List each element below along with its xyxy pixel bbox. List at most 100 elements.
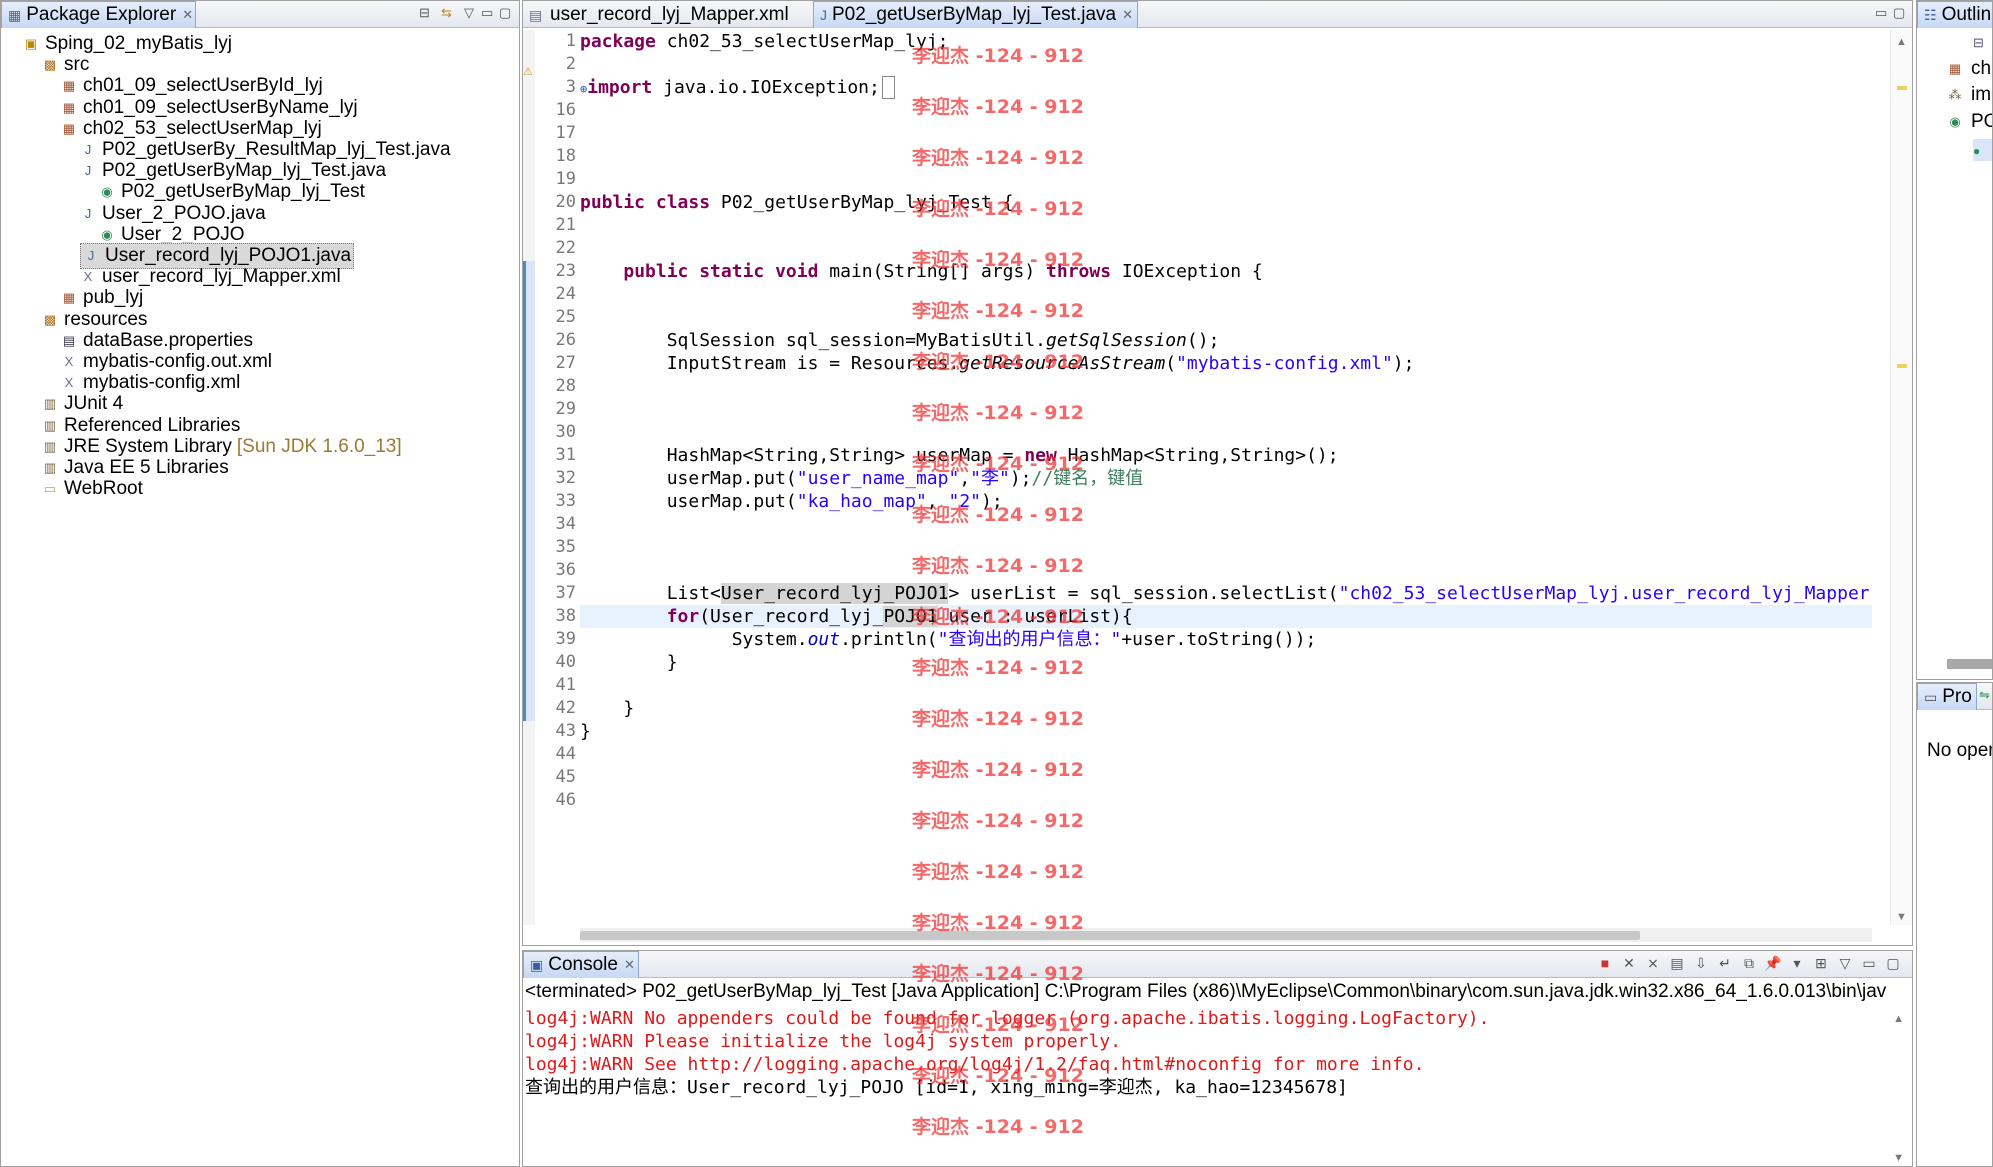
code-line: } xyxy=(580,721,591,742)
warning-overview-mark[interactable] xyxy=(1897,86,1907,90)
view-menu-icon[interactable]: ▽ xyxy=(1836,954,1854,972)
source-folder-icon: ▩ xyxy=(43,311,57,327)
class-icon: ◉ xyxy=(1949,114,1961,129)
line-number: 26 xyxy=(555,330,576,350)
package-explorer-view: ▦ Package Explorer ✕ ⊟ ⇆ ▽ ▭ ▢ ▣ Sping_02… xyxy=(0,0,520,1167)
tree-item[interactable]: ▭ WebRoot xyxy=(42,476,143,502)
line-number-gutter: 1 2 3 16 17 18 19 20 21 22 23 24 25 26 27 28 29 30 31 32 33 3… xyxy=(535,30,580,925)
show-on-output-icon[interactable]: ⧉ xyxy=(1740,954,1758,972)
display-selected-console-icon[interactable]: ▾ xyxy=(1788,954,1806,972)
warning-marker-icon[interactable]: ⚠ xyxy=(523,65,535,78)
close-icon[interactable]: ✕ xyxy=(182,7,193,23)
line-number: 1 xyxy=(565,31,576,51)
line-number: 38 xyxy=(555,606,576,626)
tab-p02-getuserbymap-test-java[interactable]: J P02_getUserByMap_lyj_Test.java ✕ xyxy=(813,1,1138,28)
console-process-status: <terminated> P02_getUserByMap_lyj_Test [… xyxy=(525,981,1887,1002)
view-menu-icon[interactable]: ▽ xyxy=(464,5,474,21)
outline-item-imports[interactable]: ⁂ im xyxy=(1947,82,1992,108)
maximize-icon[interactable]: ▢ xyxy=(1884,954,1902,972)
tree-item-decoration: [Sun JDK 1.6.0_13] xyxy=(236,435,402,457)
pin-console-icon[interactable]: 📌 xyxy=(1764,954,1782,972)
horizontal-scrollbar[interactable] xyxy=(580,928,1872,942)
clear-console-icon[interactable]: ▤ xyxy=(1668,954,1686,972)
link-editor-icon[interactable]: ⇆ xyxy=(441,5,452,21)
scrollbar-thumb[interactable] xyxy=(580,931,1640,940)
line-number: 40 xyxy=(555,652,576,672)
minimize-icon[interactable]: ▭ xyxy=(1875,5,1887,21)
properties-message: No oper xyxy=(1927,740,1993,761)
horizontal-scrollbar[interactable] xyxy=(1947,659,1992,669)
tab-label: user_record_lyj_Mapper.xml xyxy=(550,3,789,25)
package-icon: ▦ xyxy=(1948,61,1962,76)
line-number: 18 xyxy=(555,146,576,166)
method-icon: ● xyxy=(1973,144,1981,158)
maximize-icon[interactable]: ▢ xyxy=(499,5,511,21)
tab-outline[interactable]: ☷ Outlin xyxy=(1917,1,1992,28)
tab-user-record-mapper-xml[interactable]: ▤ user_record_lyj_Mapper.xml xyxy=(523,1,813,28)
code-line: SqlSession sql_session=MyBatisUtil.getSq… xyxy=(580,330,1220,351)
close-icon[interactable]: ✕ xyxy=(1122,7,1133,23)
outline-item-class[interactable]: ◉ PO xyxy=(1947,109,1992,135)
servers-icon[interactable]: ⇋ xyxy=(1979,687,1990,703)
xml-file-icon: X xyxy=(64,375,74,391)
outline-tabbar: ☷ Outlin xyxy=(1917,1,1992,28)
line-number: 17 xyxy=(555,123,576,143)
line-number: 16 xyxy=(555,100,576,120)
line-number: 45 xyxy=(555,767,576,787)
line-number: 29 xyxy=(555,399,576,419)
code-line: InputStream is = Resources.getResourceAs… xyxy=(580,353,1415,374)
scroll-down-icon[interactable]: ▼ xyxy=(1893,1152,1904,1164)
java-file-icon: J xyxy=(84,142,92,157)
package-explorer-title: Package Explorer xyxy=(26,4,177,25)
line-number: 33 xyxy=(555,491,576,511)
word-wrap-icon[interactable]: ↵ xyxy=(1716,954,1734,972)
tab-properties[interactable]: ▭ Pro xyxy=(1917,683,1977,710)
remove-all-terminated-icon[interactable]: ⨯ xyxy=(1644,954,1662,972)
console-icon: ▣ xyxy=(530,957,544,973)
line-number: 25 xyxy=(555,307,576,327)
code-line: HashMap<String,String> userMap = new Has… xyxy=(580,445,1339,466)
minimize-icon[interactable]: ▭ xyxy=(481,5,493,21)
close-icon[interactable]: ✕ xyxy=(624,957,635,973)
outline-item-method[interactable]: ● xyxy=(1973,139,1992,161)
overview-ruler[interactable]: ▲ ▼ xyxy=(1890,30,1912,925)
xml-file-icon: X xyxy=(83,269,93,285)
scroll-lock-icon[interactable]: ⇩ xyxy=(1692,954,1710,972)
line-number: 30 xyxy=(555,422,576,442)
scroll-up-icon[interactable]: ▲ xyxy=(1893,1013,1904,1025)
outline-view: ☷ Outlin ⊟ ▦ ch ⁂ im ◉ PO ● xyxy=(1916,0,1993,680)
terminate-icon[interactable]: ■ xyxy=(1596,954,1614,972)
tab-package-explorer[interactable]: ▦ Package Explorer ✕ xyxy=(1,1,196,28)
line-number: 22 xyxy=(555,238,576,258)
collapse-all-icon[interactable]: ⊟ xyxy=(419,5,430,21)
code-text-area[interactable]: package ch02_53_selectUserMap_lyj; ⊕impo… xyxy=(580,30,1872,925)
line-number: 20 xyxy=(555,192,576,212)
package-explorer-icon: ▦ xyxy=(8,7,22,23)
warning-overview-mark[interactable] xyxy=(1897,364,1907,368)
line-number: 37 xyxy=(555,583,576,603)
outline-title: Outlin xyxy=(1941,4,1992,25)
collapse-all-icon[interactable]: ⊟ xyxy=(1973,35,1984,51)
class-icon: ◉ xyxy=(101,184,113,200)
scroll-up-icon[interactable]: ▲ xyxy=(1896,36,1907,48)
line-number: 21 xyxy=(555,215,576,235)
package-tree: ▣ Sping_02_myBatis_lyj ▩ src ▦ ch01_09_select… xyxy=(1,31,519,1166)
outline-item-package[interactable]: ▦ ch xyxy=(1947,56,1991,82)
remove-launch-icon[interactable]: ✕ xyxy=(1620,954,1638,972)
console-output[interactable]: log4j:WARN No appenders could be found f… xyxy=(525,1007,1882,1166)
tab-console[interactable]: ▣ Console ✕ xyxy=(523,951,639,978)
scroll-down-icon[interactable]: ▼ xyxy=(1896,911,1907,923)
minimize-icon[interactable]: ▭ xyxy=(1860,954,1878,972)
line-number: 24 xyxy=(555,284,576,304)
line-number: 46 xyxy=(555,790,576,810)
open-console-icon[interactable]: ⊞ xyxy=(1812,954,1830,972)
line-number: 23 xyxy=(555,261,576,281)
line-number: 36 xyxy=(555,560,576,580)
line-number: 3 xyxy=(565,77,576,97)
properties-icon: ▭ xyxy=(1924,689,1938,705)
line-number: 27 xyxy=(555,353,576,373)
line-number: 41 xyxy=(555,675,576,695)
console-line: 查询出的用户信息：User_record_lyj_POJO [id=1, xin… xyxy=(525,1077,1348,1098)
package-icon: ▦ xyxy=(62,120,76,136)
maximize-icon[interactable]: ▢ xyxy=(1893,5,1905,21)
